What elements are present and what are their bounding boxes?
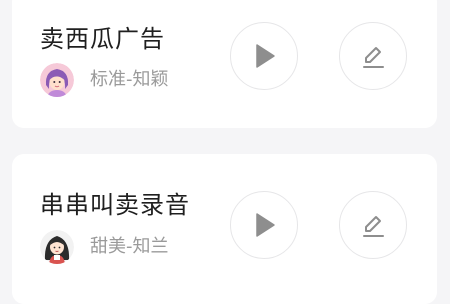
voice-info: 甜美-知兰 xyxy=(40,229,169,265)
edit-button[interactable] xyxy=(339,191,407,259)
voice-info: 标准-知颖 xyxy=(40,62,169,98)
audio-item-card[interactable]: 卖西瓜广告 标准-知颖 xyxy=(12,0,437,128)
play-icon xyxy=(252,43,276,69)
female-avatar-icon xyxy=(40,63,74,97)
audio-title: 卖西瓜广告 xyxy=(40,25,165,53)
audio-title: 串串叫卖录音 xyxy=(40,191,190,219)
edit-button[interactable] xyxy=(339,22,407,90)
voice-name: 甜美-知兰 xyxy=(90,236,169,257)
play-button[interactable] xyxy=(230,191,298,259)
play-icon xyxy=(252,212,276,238)
audio-item-card[interactable]: 串串叫卖录音 甜美-知兰 xyxy=(12,154,437,304)
girl-avatar-icon xyxy=(40,230,74,264)
voice-name: 标准-知颖 xyxy=(90,69,169,90)
play-button[interactable] xyxy=(230,22,298,90)
pencil-icon xyxy=(358,41,388,71)
pencil-icon xyxy=(358,210,388,240)
